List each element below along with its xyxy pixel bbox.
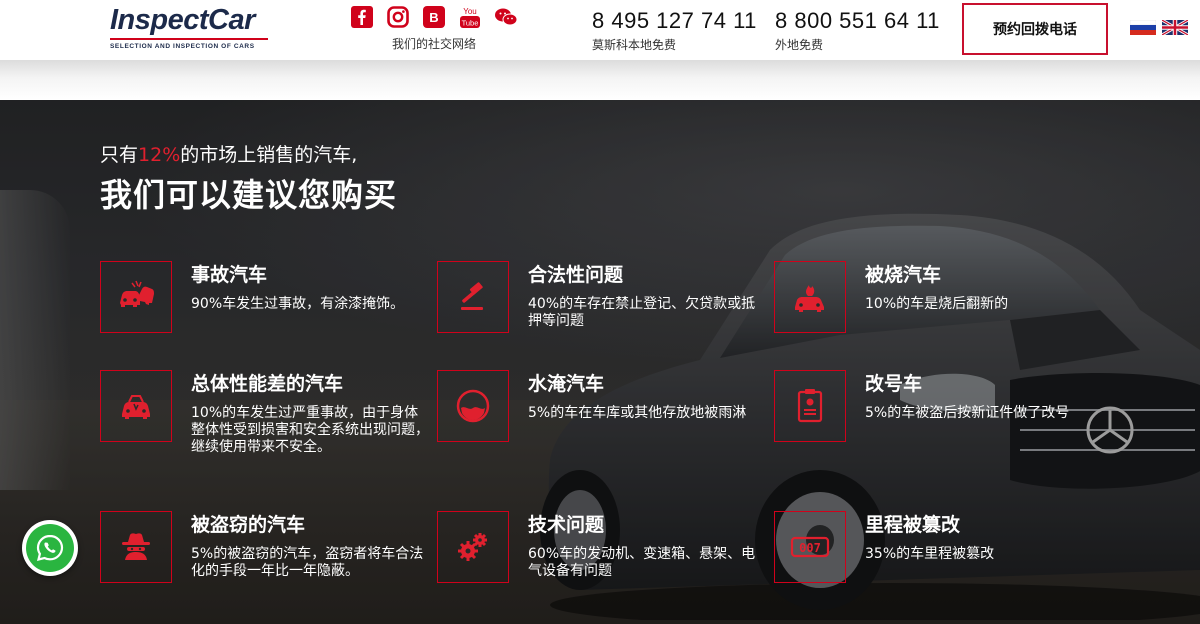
phone-number[interactable]: 8 800 551 64 11 (775, 8, 940, 34)
feature-fire: 被烧汽车 10%的车是烧后翻新的 (774, 261, 1104, 371)
phone-number[interactable]: 8 495 127 74 11 (592, 8, 757, 34)
wechat-icon[interactable] (494, 5, 518, 29)
feature-title: 总体性能差的汽车 (191, 373, 344, 395)
logo-underline (110, 38, 268, 40)
logo-text: InspectCar (110, 4, 255, 36)
feature-technical: 技术问题 60%车的发动机、变速箱、悬架、电气设备有问题 (437, 511, 767, 621)
social-label: 我们的社交网络 (392, 37, 477, 51)
feature-title: 被烧汽车 (865, 264, 942, 286)
instagram-icon[interactable] (386, 5, 410, 29)
car-damaged-icon (100, 370, 172, 442)
feature-desc: 5%的车被盗后按新证件做了改号 (865, 405, 1070, 421)
callback-button[interactable]: 预约回拨电话 (962, 3, 1108, 55)
subtitle-suffix: 的市场上销售的汽车, (180, 144, 358, 166)
feature-title: 合法性问题 (528, 264, 624, 286)
phone-moscow[interactable]: 8 495 127 74 11 莫斯科本地免费 (592, 8, 757, 53)
feature-desc: 40%的车存在禁止登记、欠贷款或抵押等问题 (528, 296, 756, 329)
feature-title: 里程被篡改 (865, 514, 961, 536)
feature-title: 技术问题 (528, 514, 605, 536)
subtitle-prefix: 只有 (100, 144, 139, 166)
svg-text:Tube: Tube (462, 19, 479, 28)
phone-note: 莫斯科本地免费 (592, 38, 677, 52)
hero-subtitle: 只有12%的市场上销售的汽车, (100, 140, 357, 167)
whatsapp-button[interactable] (22, 520, 78, 576)
ru-flag-icon[interactable] (1129, 19, 1157, 35)
youtube-icon[interactable]: You Tube (458, 5, 482, 29)
feature-legal: 合法性问题 40%的车存在禁止登记、欠贷款或抵押等问题 (437, 261, 767, 371)
feature-stolen: 被盗窃的汽车 5%的被盗窃的汽车，盗窃者将车合法化的手段一年比一年隐蔽。 (100, 511, 430, 621)
feature-desc: 10%的车发生过严重事故，由于身体整体性受到损害和安全系统出现问题，继续使用带来… (191, 405, 429, 455)
feature-desc: 5%的被盗窃的汽车，盗窃者将车合法化的手段一年比一年隐蔽。 (191, 546, 424, 579)
feature-desc: 5%的车在车库或其他存放地被雨淋 (528, 405, 747, 421)
feature-desc: 10%的车是烧后翻新的 (865, 296, 1009, 312)
header-shadow-band (0, 60, 1200, 100)
car-fire-icon (774, 261, 846, 333)
feature-title: 事故汽车 (191, 264, 268, 286)
logo[interactable]: InspectCar SELECTION AND INSPECTION OF C… (110, 4, 270, 50)
feature-renumbered: 改号车 5%的车被盗后按新证件做了改号 (774, 370, 1104, 480)
uk-flag-icon[interactable] (1161, 18, 1189, 37)
document-icon (774, 370, 846, 442)
gears-icon (437, 511, 509, 583)
thief-icon (100, 511, 172, 583)
gavel-icon (437, 261, 509, 333)
feature-desc: 60%车的发动机、变速箱、悬架、电气设备有问题 (528, 546, 756, 579)
water-icon (437, 370, 509, 442)
hero-section: 只有12%的市场上销售的汽车, 我们可以建议您购买 事故汽车 90%车发生过事故… (0, 100, 1200, 624)
phone-note: 外地免费 (775, 38, 824, 52)
feature-poor-condition: 总体性能差的汽车 10%的车发生过严重事故，由于身体整体性受到损害和安全系统出现… (100, 370, 430, 480)
phone-regions[interactable]: 8 800 551 64 11 外地免费 (775, 8, 940, 53)
svg-text:You: You (463, 7, 477, 16)
feature-accident: 事故汽车 90%车发生过事故，有涂漆掩饰。 (100, 261, 430, 371)
svg-text:007: 007 (799, 541, 821, 555)
feature-flood: 水淹汽车 5%的车在车库或其他存放地被雨淋 (437, 370, 767, 480)
facebook-icon[interactable] (350, 5, 374, 29)
logo-tagline: SELECTION AND INSPECTION OF CARS (110, 43, 255, 50)
feature-title: 被盗窃的汽车 (191, 514, 306, 536)
car-crash-icon (100, 261, 172, 333)
social-links: B You Tube 我们的社交网络 (350, 5, 530, 52)
feature-desc: 35%的车里程被篡改 (865, 546, 995, 562)
whatsapp-icon (26, 524, 74, 572)
feature-title: 改号车 (865, 373, 923, 395)
site-header: InspectCar SELECTION AND INSPECTION OF C… (0, 0, 1200, 60)
odometer-icon: 007 (774, 511, 846, 583)
vk-icon[interactable]: B (422, 5, 446, 29)
hero-title: 我们可以建议您购买 (100, 176, 398, 214)
feature-desc: 90%车发生过事故，有涂漆掩饰。 (191, 296, 405, 312)
feature-odometer: 007 里程被篡改 35%的车里程被篡改 (774, 511, 1104, 621)
subtitle-highlight: 12% (138, 144, 181, 166)
feature-title: 水淹汽车 (528, 373, 605, 395)
svg-text:B: B (429, 10, 438, 25)
